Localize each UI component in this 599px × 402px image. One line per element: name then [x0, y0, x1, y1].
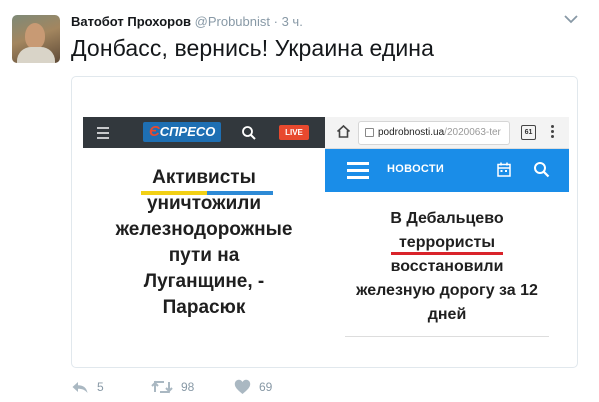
menu-icon: [97, 127, 109, 142]
espreso-screenshot: ЄСПРЕСО LIVE Активисты уничтожили железн…: [83, 117, 325, 342]
reply-button[interactable]: 5: [71, 377, 104, 397]
separator-dot: ·: [273, 14, 278, 29]
calendar-icon: [497, 162, 511, 177]
headline-line: В Дебальцево: [390, 210, 504, 227]
reply-icon: [72, 382, 88, 393]
avatar[interactable]: [12, 15, 60, 63]
podrobnosti-headline: В Дебальцево террористы восстановили жел…: [325, 207, 569, 327]
url-field: podrobnosti.ua/2020063-ter: [358, 121, 510, 145]
headline-line: восстановили: [390, 258, 504, 275]
espreso-headline: Активисты уничтожили железнодорожные пут…: [83, 165, 325, 321]
headline-line: дней: [427, 306, 467, 323]
podrobnosti-screenshot: podrobnosti.ua/2020063-ter 61 НОВОСТИ В …: [325, 117, 569, 342]
chevron-down-icon[interactable]: [564, 14, 578, 24]
media-card[interactable]: ЄСПРЕСО LIVE Активисты уничтожили железн…: [71, 76, 578, 368]
more-vert-icon: [551, 125, 555, 140]
tweet-actions: 5 98 69: [71, 377, 371, 397]
search-icon: [534, 162, 550, 178]
tweet-time[interactable]: 3 ч.: [282, 14, 303, 29]
flag-underline: [141, 191, 273, 195]
headline-line: железнодорожные: [115, 219, 293, 240]
live-badge: LIVE: [279, 125, 309, 140]
red-underline: [391, 252, 503, 255]
headline-line: Луганщине, -: [143, 271, 265, 292]
like-button[interactable]: 69: [234, 377, 272, 397]
browser-url-bar: podrobnosti.ua/2020063-ter 61: [325, 117, 569, 149]
author-handle[interactable]: @Probubnist: [195, 14, 270, 29]
nav-label: НОВОСТИ: [387, 163, 445, 175]
url-host: podrobnosti.ua: [378, 127, 445, 138]
like-count: 69: [259, 380, 273, 394]
search-icon: [242, 126, 256, 140]
headline-line: пути на: [168, 245, 240, 266]
lock-icon: [365, 127, 374, 137]
espreso-logo: ЄСПРЕСО: [143, 122, 222, 142]
retweet-button[interactable]: 98: [151, 377, 194, 397]
author-name[interactable]: Ватобот Прохоров: [71, 14, 191, 29]
home-icon: [336, 124, 351, 138]
tweet-text: Донбасс, вернись! Украина едина: [71, 35, 435, 61]
like-icon: [234, 379, 251, 394]
retweet-count: 98: [181, 380, 195, 394]
headline-line: железную дорогу за 12: [356, 282, 538, 299]
retweet-icon: [151, 380, 173, 394]
headline-line: Парасюк: [162, 297, 246, 318]
site-nav-bar: НОВОСТИ: [325, 149, 569, 192]
avatar-face: [25, 23, 45, 49]
headline-line: Активисты: [152, 167, 256, 188]
url-path: /2020063-ter: [444, 127, 501, 138]
tabs-icon: 61: [521, 125, 536, 140]
divider: [345, 336, 549, 337]
avatar-shirt: [17, 47, 55, 63]
tweet-header: Ватобот Прохоров @Probubnist · 3 ч.: [71, 14, 303, 29]
espreso-topbar: ЄСПРЕСО LIVE: [83, 117, 325, 148]
reply-count: 5: [97, 380, 104, 394]
menu-icon: [347, 162, 369, 183]
